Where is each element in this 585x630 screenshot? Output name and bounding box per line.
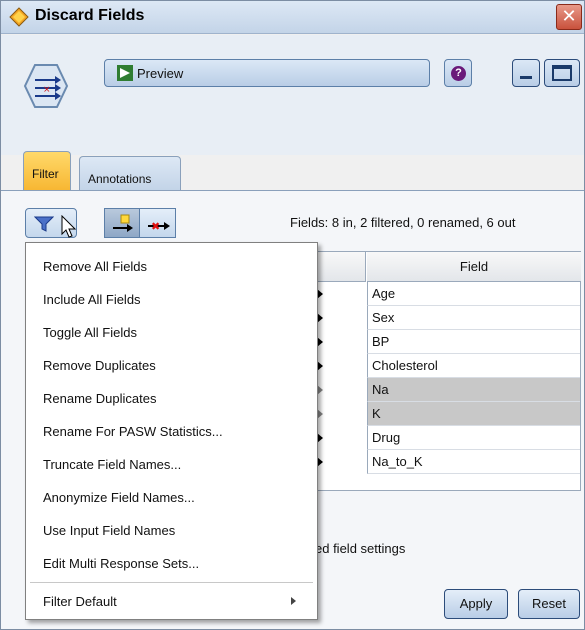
field-name[interactable]: BP <box>367 330 580 354</box>
help-button[interactable]: ? <box>444 59 472 87</box>
filter-options-menu: Remove All Fields Include All Fields Tog… <box>25 242 318 620</box>
reset-button[interactable]: Reset <box>518 589 580 619</box>
field-column-header[interactable]: Field <box>367 252 581 282</box>
menu-item-rename-for-pasw[interactable]: Rename For PASW Statistics... <box>26 415 317 448</box>
funnel-icon <box>34 216 54 232</box>
filter-node-icon: × <box>23 64 69 108</box>
close-button[interactable]: ✕ <box>556 4 582 30</box>
menu-item-filter-default[interactable]: Filter Default <box>26 585 317 618</box>
title-bar[interactable]: Discard Fields ✕ <box>1 1 584 34</box>
node-diamond-icon <box>9 7 29 27</box>
preview-button[interactable]: Preview <box>104 59 430 87</box>
maximize-icon <box>552 65 572 81</box>
remove-field-icon: ✖ <box>148 220 170 233</box>
svg-text:×: × <box>43 85 51 95</box>
field-arrow-icon <box>113 214 133 232</box>
field-name[interactable]: K <box>367 402 580 426</box>
preview-table-icon <box>117 65 133 81</box>
maximize-button[interactable] <box>544 59 580 87</box>
field-name[interactable]: Drug <box>367 426 580 450</box>
menu-item-use-input-field-names[interactable]: Use Input Field Names <box>26 514 317 547</box>
window-title: Discard Fields <box>35 7 145 24</box>
field-name[interactable]: Age <box>367 282 580 306</box>
help-icon: ? <box>451 66 466 81</box>
submenu-arrow-icon <box>291 597 296 605</box>
apply-button[interactable]: Apply <box>444 589 508 619</box>
menu-item-label: Filter Default <box>43 594 117 609</box>
include-field-tool[interactable] <box>104 208 140 238</box>
field-name[interactable]: Na <box>367 378 580 402</box>
fields-summary: Fields: 8 in, 2 filtered, 0 renamed, 6 o… <box>290 215 516 230</box>
field-name[interactable]: Sex <box>367 306 580 330</box>
svg-text:✖: ✖ <box>151 220 160 233</box>
menu-item-truncate-field-names[interactable]: Truncate Field Names... <box>26 448 317 481</box>
tab-annotations[interactable]: Annotations <box>79 156 181 190</box>
field-settings-text: ed field settings <box>315 541 406 556</box>
field-name[interactable]: Na_to_K <box>367 450 580 474</box>
field-name[interactable]: Cholesterol <box>367 354 580 378</box>
tab-filter[interactable]: Filter <box>23 151 71 190</box>
remove-field-tool[interactable]: ✖ <box>140 208 176 238</box>
minimize-icon <box>520 76 532 79</box>
preview-label: Preview <box>137 66 184 81</box>
minimize-button[interactable] <box>512 59 540 87</box>
mouse-cursor-icon <box>61 215 77 238</box>
menu-item-anonymize-field-names[interactable]: Anonymize Field Names... <box>26 481 317 514</box>
menu-item-edit-multi-response-sets[interactable]: Edit Multi Response Sets... <box>26 547 317 580</box>
discard-fields-window: Discard Fields ✕ × Preview ? Filter Anno… <box>0 0 585 630</box>
menu-item-rename-duplicates[interactable]: Rename Duplicates <box>26 382 317 415</box>
menu-item-include-all-fields[interactable]: Include All Fields <box>26 283 317 316</box>
node-toolbar <box>1 35 584 155</box>
menu-item-remove-duplicates[interactable]: Remove Duplicates <box>26 349 317 382</box>
menu-item-toggle-all-fields[interactable]: Toggle All Fields <box>26 316 317 349</box>
menu-item-remove-all-fields[interactable]: Remove All Fields <box>26 250 317 283</box>
menu-separator <box>30 582 313 583</box>
